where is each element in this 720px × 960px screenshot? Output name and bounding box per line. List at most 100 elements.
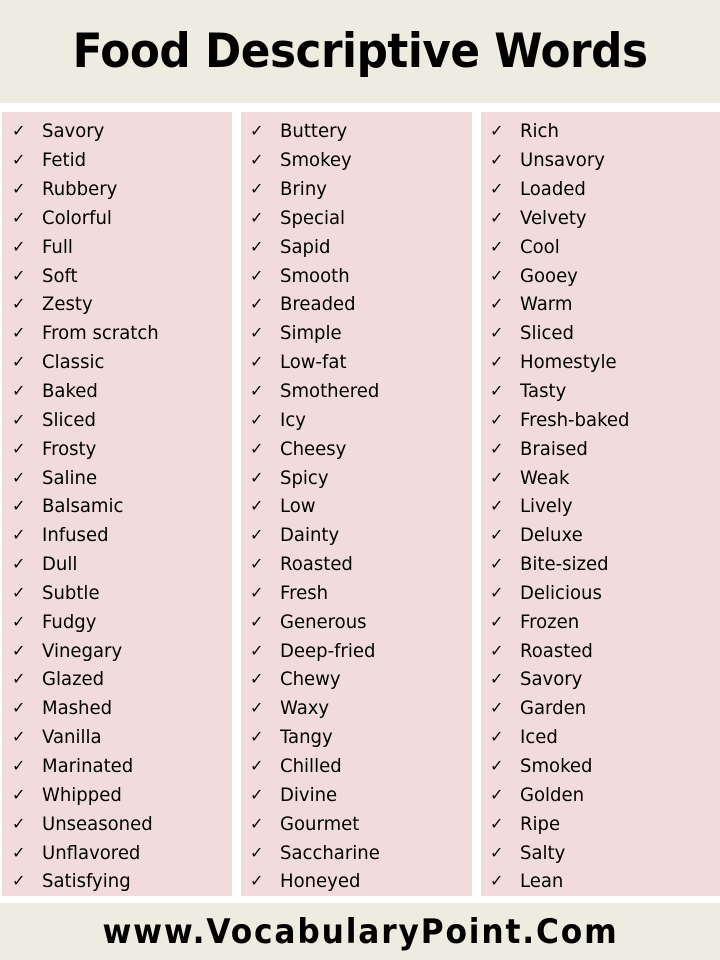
list-item: ✓ Unflavored bbox=[2, 838, 232, 867]
check-mark-icon: ✓ bbox=[12, 582, 26, 602]
word-label: Icy bbox=[280, 408, 306, 431]
list-item: ✓ Smokey bbox=[241, 146, 472, 175]
check-mark-icon: ✓ bbox=[12, 496, 26, 516]
word-label: Soft bbox=[42, 264, 78, 287]
word-label: Rubbery bbox=[42, 178, 118, 201]
check-mark-icon: ✓ bbox=[12, 554, 26, 574]
word-label: Roasted bbox=[520, 639, 593, 662]
list-item: ✓ Frozen bbox=[481, 607, 720, 636]
check-mark-icon: ✓ bbox=[250, 121, 264, 141]
word-label: Smooth bbox=[280, 264, 350, 287]
list-item: ✓ Subtle bbox=[2, 579, 232, 608]
list-item: ✓ Breaded bbox=[241, 290, 472, 319]
list-item: ✓ Lean bbox=[481, 867, 720, 896]
list-item: ✓ Generous bbox=[241, 607, 472, 636]
word-label: Weak bbox=[520, 466, 570, 489]
check-mark-icon: ✓ bbox=[250, 150, 264, 170]
check-mark-icon: ✓ bbox=[250, 323, 264, 343]
list-item: ✓ Sliced bbox=[481, 319, 720, 348]
list-item: ✓ Smoked bbox=[481, 752, 720, 781]
list-item: ✓ Unseasoned bbox=[2, 809, 232, 838]
check-mark-icon: ✓ bbox=[250, 438, 264, 458]
check-mark-icon: ✓ bbox=[250, 611, 264, 631]
check-mark-icon: ✓ bbox=[250, 669, 264, 689]
check-mark-icon: ✓ bbox=[490, 611, 504, 631]
word-label: Spicy bbox=[280, 466, 329, 489]
list-item: ✓ Buttery bbox=[241, 117, 472, 146]
word-label: Loaded bbox=[520, 178, 586, 201]
list-item: ✓ Vinegary bbox=[2, 636, 232, 665]
list-item: ✓ Colorful bbox=[2, 204, 232, 233]
list-item: ✓ Saccharine bbox=[241, 838, 472, 867]
word-label: Classic bbox=[42, 351, 105, 374]
list-item: ✓ Smooth bbox=[241, 261, 472, 290]
check-mark-icon: ✓ bbox=[250, 179, 264, 199]
word-label: Rich bbox=[520, 120, 559, 143]
list-item: ✓ Savory bbox=[481, 665, 720, 694]
check-mark-icon: ✓ bbox=[250, 698, 264, 718]
list-item: ✓ Briny bbox=[241, 175, 472, 204]
list-item: ✓ Dull bbox=[2, 550, 232, 579]
check-mark-icon: ✓ bbox=[490, 698, 504, 718]
word-column-1: ✓ Savory ✓ Fetid ✓ Rubbery ✓ Colorful ✓ Full ✓ Soft… bbox=[2, 112, 232, 896]
word-label: Saline bbox=[42, 466, 98, 489]
list-item: ✓ Vanilla bbox=[2, 723, 232, 752]
check-mark-icon: ✓ bbox=[250, 409, 264, 429]
list-item: ✓ Divine bbox=[241, 780, 472, 809]
list-item: ✓ Simple bbox=[241, 319, 472, 348]
word-label: Velvety bbox=[520, 206, 587, 229]
word-label: Dull bbox=[42, 553, 78, 576]
word-label: Gooey bbox=[520, 264, 578, 287]
word-label: Fudgy bbox=[42, 610, 97, 633]
list-item: ✓ Balsamic bbox=[2, 492, 232, 521]
check-mark-icon: ✓ bbox=[250, 381, 264, 401]
list-item: ✓ Spicy bbox=[241, 463, 472, 492]
check-mark-icon: ✓ bbox=[490, 150, 504, 170]
check-mark-icon: ✓ bbox=[490, 236, 504, 256]
list-item: ✓ Dainty bbox=[241, 521, 472, 550]
list-item: ✓ Cool bbox=[481, 232, 720, 261]
word-label: Smothered bbox=[280, 380, 380, 403]
check-mark-icon: ✓ bbox=[490, 842, 504, 862]
check-mark-icon: ✓ bbox=[250, 871, 264, 891]
word-label: Vinegary bbox=[42, 639, 123, 662]
check-mark-icon: ✓ bbox=[12, 842, 26, 862]
list-item: ✓ Fresh-baked bbox=[481, 405, 720, 434]
check-mark-icon: ✓ bbox=[12, 698, 26, 718]
check-mark-icon: ✓ bbox=[490, 669, 504, 689]
word-label: Fresh-baked bbox=[520, 408, 630, 431]
word-label: Sliced bbox=[520, 322, 574, 345]
list-item: ✓ Smothered bbox=[241, 377, 472, 406]
word-label: Breaded bbox=[280, 293, 356, 316]
word-label: Golden bbox=[520, 783, 585, 806]
check-mark-icon: ✓ bbox=[250, 813, 264, 833]
check-mark-icon: ✓ bbox=[12, 121, 26, 141]
list-item: ✓ Roasted bbox=[241, 550, 472, 579]
list-item: ✓ Sliced bbox=[2, 405, 232, 434]
word-label: Satisfying bbox=[42, 870, 131, 893]
word-label: Saccharine bbox=[280, 841, 380, 864]
word-label: Warm bbox=[520, 293, 573, 316]
list-item: ✓ Tangy bbox=[241, 723, 472, 752]
word-label: Cheesy bbox=[280, 437, 347, 460]
check-mark-icon: ✓ bbox=[12, 381, 26, 401]
word-label: Tangy bbox=[280, 726, 333, 749]
check-mark-icon: ✓ bbox=[12, 438, 26, 458]
list-item: ✓ Fresh bbox=[241, 579, 472, 608]
word-label: Zesty bbox=[42, 293, 93, 316]
check-mark-icon: ✓ bbox=[250, 265, 264, 285]
word-label: Subtle bbox=[42, 581, 100, 604]
check-mark-icon: ✓ bbox=[490, 784, 504, 804]
check-mark-icon: ✓ bbox=[12, 179, 26, 199]
word-label: Smokey bbox=[280, 149, 352, 172]
check-mark-icon: ✓ bbox=[490, 755, 504, 775]
list-item: ✓ Weak bbox=[481, 463, 720, 492]
check-mark-icon: ✓ bbox=[490, 352, 504, 372]
check-mark-icon: ✓ bbox=[250, 467, 264, 487]
check-mark-icon: ✓ bbox=[490, 525, 504, 545]
list-item: ✓ From scratch bbox=[2, 319, 232, 348]
word-label: Simple bbox=[280, 322, 342, 345]
word-label: Cool bbox=[520, 235, 560, 258]
check-mark-icon: ✓ bbox=[490, 381, 504, 401]
word-label: Garden bbox=[520, 697, 587, 720]
